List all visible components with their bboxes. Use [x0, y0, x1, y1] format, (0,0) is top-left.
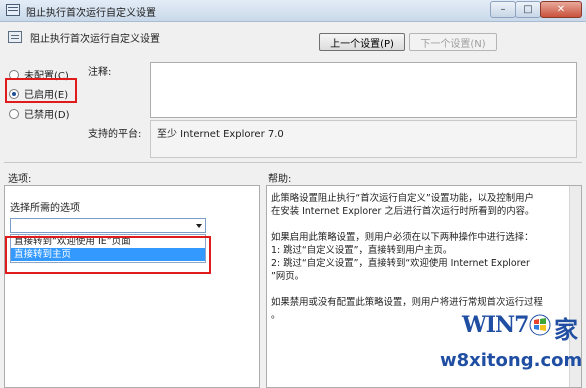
highlight-enabled-box	[5, 78, 77, 103]
divider	[4, 162, 582, 163]
select-option-label: 选择所需的选项	[10, 203, 80, 214]
options-panel	[4, 185, 260, 388]
help-line: 1: 跳过“自定义设置”，直接转到用户主页。	[271, 245, 453, 256]
site-watermark: WIN7 家 w8xitong.com	[440, 312, 586, 388]
window-title: 阻止执行首次运行自定义设置	[26, 8, 156, 19]
help-label: 帮助:	[268, 174, 292, 185]
title-bar: 阻止执行首次运行自定义设置 – □ ✕	[0, 0, 586, 22]
policy-dialog: 阻止执行首次运行自定义设置 上一个设置(P) 下一个设置(N) 未配置(C) 已…	[0, 22, 586, 388]
option-combobox[interactable]	[10, 218, 206, 233]
policy-app-icon	[6, 4, 20, 16]
previous-setting-button[interactable]: 上一个设置(P)	[319, 33, 405, 51]
radio-circle[interactable]	[9, 108, 19, 119]
chevron-down-icon[interactable]	[196, 224, 202, 228]
supported-platform-value: 至少 Internet Explorer 7.0	[150, 120, 577, 158]
help-paragraph: 如果启用此策略设置，则用户必须在以下两种操作中进行选择： 1: 跳过“自定义设置…	[271, 231, 569, 283]
radio-disabled[interactable]: 已禁用(D)	[9, 106, 70, 121]
minimize-button[interactable]: –	[490, 1, 516, 18]
watermark-brand-suffix: 家	[554, 316, 578, 344]
help-line: 此策略设置阻止执行“首次运行自定义”设置功能，以及控制用户	[271, 193, 534, 204]
window-controls: – □ ✕	[490, 1, 582, 19]
watermark-brand: WIN7	[462, 312, 529, 338]
maximize-button[interactable]: □	[515, 1, 541, 18]
next-setting-button[interactable]: 下一个设置(N)	[409, 33, 497, 51]
help-line: 如果启用此策略设置，则用户必须在以下两种操作中进行选择：	[271, 232, 534, 243]
windows-logo-icon	[529, 314, 551, 336]
help-line: 如果禁用或没有配置此策略设置，则用户将进行常规首次运行过程	[271, 297, 543, 308]
help-line: 在安装 Internet Explorer 之后进行首次运行时所看到的内容。	[271, 206, 535, 217]
comment-textarea[interactable]	[150, 62, 577, 118]
setting-icon	[8, 31, 22, 43]
watermark-url: w8xitong.com	[440, 350, 583, 371]
setting-title: 阻止执行首次运行自定义设置	[30, 34, 160, 45]
help-paragraph: 此策略设置阻止执行“首次运行自定义”设置功能，以及控制用户 在安装 Intern…	[271, 192, 569, 218]
close-button[interactable]: ✕	[540, 1, 582, 18]
radio-label: 已禁用(D)	[24, 110, 70, 121]
supported-platform-label: 支持的平台:	[88, 129, 142, 140]
help-line: ”网页。	[271, 271, 304, 282]
highlight-dropdown-box	[5, 236, 211, 274]
options-label: 选项:	[8, 174, 32, 185]
comment-label: 注释:	[88, 67, 112, 78]
help-line: 2: 跳过“自定义设置”，直接转到“欢迎使用 Internet Explorer	[271, 258, 530, 269]
